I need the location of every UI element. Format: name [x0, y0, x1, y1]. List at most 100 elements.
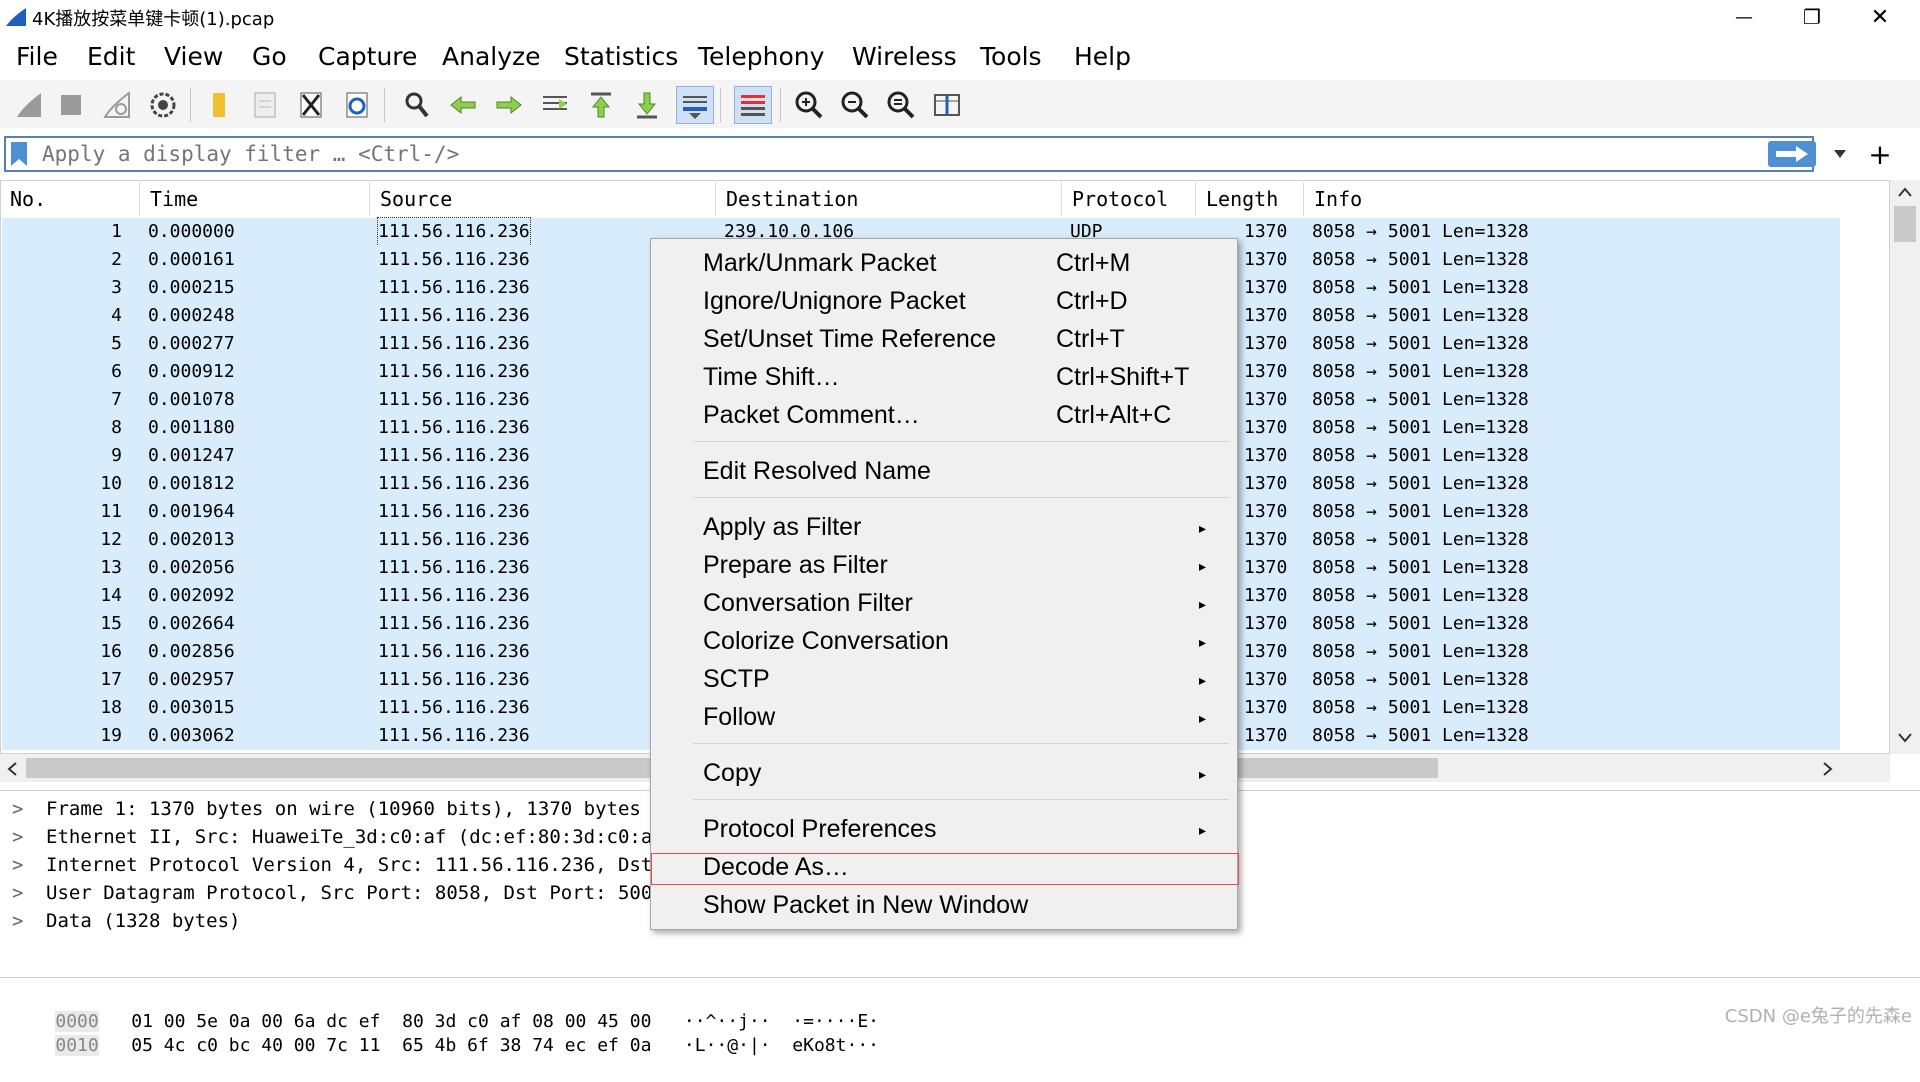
cell-time: 0.001812	[148, 473, 235, 494]
column-header-destination[interactable]: Destination	[716, 182, 1062, 216]
column-header-protocol[interactable]: Protocol	[1062, 182, 1196, 216]
cell-source: 111.56.116.236	[378, 557, 530, 578]
menu-tools[interactable]: Tools	[980, 42, 1042, 71]
reload-icon[interactable]	[338, 86, 376, 124]
display-filter-input[interactable]	[36, 138, 1768, 170]
menu-item-time-shift[interactable]: Time Shift…	[703, 363, 840, 392]
cell-time: 0.001247	[148, 445, 235, 466]
autoscroll-icon[interactable]	[676, 86, 714, 124]
menu-item-protocol-preferences[interactable]: Protocol Preferences	[703, 815, 936, 844]
menu-item-prepare-as-filter[interactable]: Prepare as Filter	[703, 551, 888, 580]
cell-no: 2	[111, 249, 122, 270]
cell-no: 4	[111, 305, 122, 326]
menu-analyze[interactable]: Analyze	[442, 42, 541, 71]
detail-row-ipv4[interactable]: > Internet Protocol Version 4, Src: 111.5…	[12, 851, 664, 879]
cell-info: 8058 → 5001 Len=1328	[1312, 389, 1529, 410]
cell-no: 13	[100, 557, 122, 578]
cell-length: 1370	[1244, 529, 1288, 550]
cell-time: 0.001078	[148, 389, 235, 410]
restore-button[interactable]: ❐	[1778, 0, 1846, 34]
chevron-right-icon[interactable]: >	[12, 907, 46, 935]
scroll-left-icon[interactable]	[6, 761, 18, 777]
menu-item-mark-packet[interactable]: Mark/Unmark Packet	[703, 249, 936, 278]
shark-fin-start-icon[interactable]	[10, 86, 48, 124]
menu-item-time-reference[interactable]: Set/Unset Time Reference	[703, 325, 996, 354]
go-forward-icon[interactable]	[490, 86, 528, 124]
bytes-row[interactable]: 0010 05 4c c0 bc 40 00 7c 11 65 4b 6f 38…	[12, 1010, 879, 1082]
packet-bytes-pane: 0000 01 00 5e 0a 00 6a dc ef 80 3d c0 af…	[0, 984, 1920, 1056]
restart-icon[interactable]	[98, 86, 136, 124]
chevron-right-icon[interactable]: >	[12, 823, 46, 851]
menu-item-conversation-filter[interactable]: Conversation Filter	[703, 589, 913, 618]
find-icon[interactable]	[398, 86, 436, 124]
cell-info: 8058 → 5001 Len=1328	[1312, 669, 1529, 690]
scroll-right-icon[interactable]	[1822, 761, 1834, 777]
cell-source: 111.56.116.236	[378, 641, 530, 662]
normal-size-icon[interactable]	[882, 86, 920, 124]
menu-item-show-packet-new-window[interactable]: Show Packet in New Window	[703, 891, 1028, 920]
last-packet-icon[interactable]	[628, 86, 666, 124]
cell-time: 0.002056	[148, 557, 235, 578]
menu-go[interactable]: Go	[252, 42, 287, 71]
detail-row-data[interactable]: > Data (1328 bytes)	[12, 907, 240, 935]
menu-view[interactable]: View	[164, 42, 223, 71]
resize-columns-icon[interactable]	[928, 86, 966, 124]
menu-statistics[interactable]: Statistics	[564, 42, 678, 71]
chevron-right-icon[interactable]: >	[12, 879, 46, 907]
cell-no: 15	[100, 613, 122, 634]
shortcut-packet-comment: Ctrl+Alt+C	[1056, 401, 1172, 429]
scroll-up-icon[interactable]	[1897, 186, 1913, 198]
zoom-out-icon[interactable]	[836, 86, 874, 124]
chevron-right-icon[interactable]: >	[12, 795, 46, 823]
filter-history-dropdown[interactable]	[1822, 141, 1858, 167]
cell-source: 111.56.116.236	[378, 277, 530, 298]
open-folder-icon[interactable]	[200, 86, 238, 124]
cell-info: 8058 → 5001 Len=1328	[1312, 697, 1529, 718]
go-to-packet-icon[interactable]	[536, 86, 574, 124]
close-button[interactable]: ✕	[1846, 0, 1914, 34]
cell-time: 0.000912	[148, 361, 235, 382]
menu-item-decode-as[interactable]: Decode As…	[703, 853, 849, 882]
column-header-length[interactable]: Length	[1196, 182, 1304, 216]
stop-icon[interactable]	[52, 86, 90, 124]
menu-item-edit-resolved-name[interactable]: Edit Resolved Name	[703, 457, 931, 486]
menu-item-packet-comment[interactable]: Packet Comment…	[703, 401, 920, 430]
menu-telephony[interactable]: Telephony	[698, 42, 824, 71]
column-header-info[interactable]: Info	[1304, 182, 1840, 216]
save-file-icon[interactable]	[246, 86, 284, 124]
detail-row-udp[interactable]: > User Datagram Protocol, Src Port: 8058,…	[12, 879, 664, 907]
cell-source: 111.56.116.236	[378, 725, 530, 746]
menu-help[interactable]: Help	[1074, 42, 1131, 71]
menu-item-ignore-packet[interactable]: Ignore/Unignore Packet	[703, 287, 966, 316]
column-header-no[interactable]: No.	[0, 182, 140, 216]
cell-time: 0.002664	[148, 613, 235, 634]
scroll-down-icon[interactable]	[1897, 732, 1913, 744]
menu-file[interactable]: File	[16, 42, 58, 71]
vertical-scroll-thumb[interactable]	[1894, 206, 1916, 242]
menu-item-follow[interactable]: Follow	[703, 703, 775, 732]
close-file-icon[interactable]	[292, 86, 330, 124]
chevron-right-icon[interactable]: >	[12, 851, 46, 879]
minimize-button[interactable]: —	[1710, 0, 1778, 34]
go-back-icon[interactable]	[444, 86, 482, 124]
bookmark-icon[interactable]	[10, 141, 28, 167]
menu-wireless[interactable]: Wireless	[852, 42, 957, 71]
colorize-icon[interactable]	[734, 86, 772, 124]
zoom-in-icon[interactable]	[790, 86, 828, 124]
menu-item-sctp[interactable]: SCTP	[703, 665, 770, 694]
menu-capture[interactable]: Capture	[318, 42, 417, 71]
add-filter-button[interactable]: +	[1860, 138, 1900, 171]
cell-length: 1370	[1244, 473, 1288, 494]
menu-item-colorize-conversation[interactable]: Colorize Conversation	[703, 627, 949, 656]
first-packet-icon[interactable]	[582, 86, 620, 124]
menu-item-copy[interactable]: Copy	[703, 759, 761, 788]
packet-list-vertical-scrollbar[interactable]	[1890, 180, 1920, 754]
apply-filter-button[interactable]	[1768, 141, 1816, 167]
menu-item-apply-as-filter[interactable]: Apply as Filter	[703, 513, 861, 542]
detail-row-frame[interactable]: > Frame 1: 1370 bytes on wire (10960 bits…	[12, 795, 675, 823]
options-gear-icon[interactable]	[144, 86, 182, 124]
menu-edit[interactable]: Edit	[87, 42, 135, 71]
column-header-time[interactable]: Time	[140, 182, 370, 216]
column-header-source[interactable]: Source	[370, 182, 716, 216]
detail-row-ethernet[interactable]: > Ethernet II, Src: HuaweiTe_3d:c0:af (dc…	[12, 823, 675, 851]
